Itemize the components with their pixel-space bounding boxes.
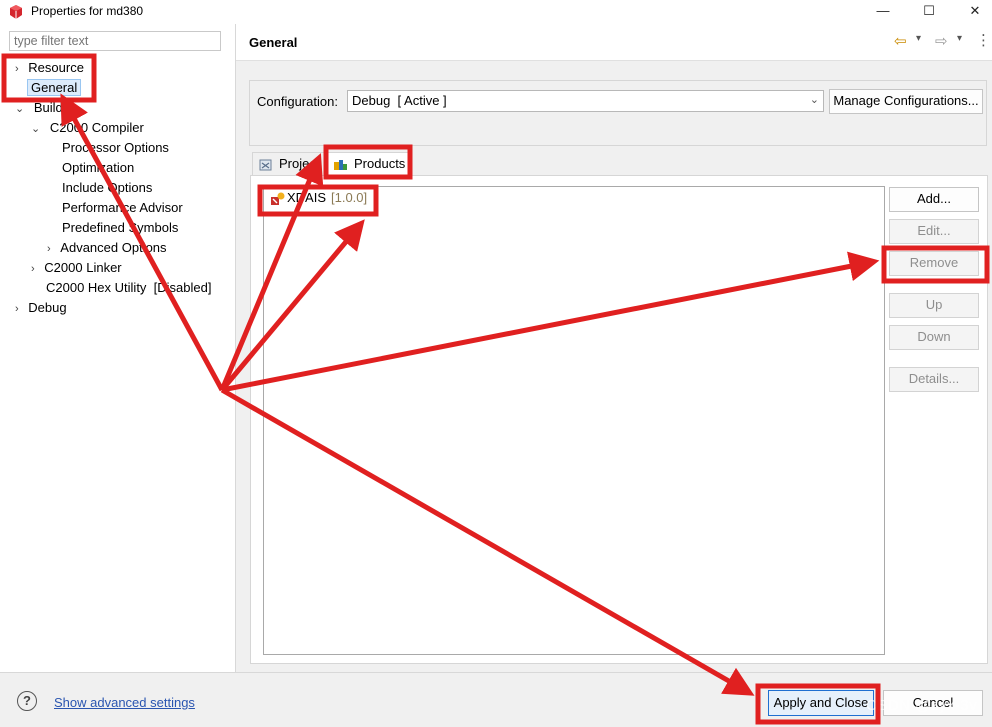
maximize-button[interactable]: ☐ <box>906 0 952 24</box>
tree-item-c2000-linker[interactable]: › C2000 Linker <box>31 258 122 278</box>
chevron-down-icon: ⌄ <box>31 123 41 135</box>
chevron-down-icon: ⌄ <box>15 103 25 115</box>
down-button[interactable]: Down <box>889 325 979 350</box>
back-arrow-icon[interactable]: ⇦ <box>894 32 907 50</box>
page-title: General <box>249 35 298 50</box>
manage-configurations-button[interactable]: Manage Configurations... <box>829 89 983 114</box>
tree-item-advanced-options[interactable]: › Advanced Options <box>47 238 167 258</box>
forward-dropdown-icon[interactable]: ▾ <box>957 33 962 44</box>
window-title: Properties for md380 <box>31 4 144 18</box>
add-button[interactable]: Add... <box>889 187 979 212</box>
chevron-right-icon: › <box>15 63 19 75</box>
tree-item-optimization[interactable]: Optimization <box>62 158 134 178</box>
help-icon[interactable]: ? <box>17 691 37 711</box>
title-bar: Properties for md380 — ☐ ✕ <box>0 0 992 24</box>
products-icon <box>334 160 347 170</box>
tab-products[interactable]: Products <box>326 152 410 176</box>
chevron-right-icon: › <box>47 243 51 255</box>
filter-input[interactable] <box>9 31 221 51</box>
product-version: [1.0.0] <box>331 190 368 205</box>
tree-item-c2000-compiler[interactable]: ⌄ C2000 Compiler <box>31 118 144 138</box>
minimize-button[interactable]: — <box>860 0 906 24</box>
configuration-select[interactable]: Debug [ Active ] ⌄ <box>347 90 824 112</box>
back-dropdown-icon[interactable]: ▾ <box>916 33 921 44</box>
configuration-value: Debug [ Active ] <box>352 93 447 108</box>
tree-item-include-options[interactable]: Include Options <box>62 178 152 198</box>
chevron-right-icon: › <box>31 263 35 275</box>
project-properties-icon <box>259 159 272 171</box>
product-name: XDAIS <box>287 190 327 205</box>
app-cube-icon <box>10 5 22 19</box>
view-menu-icon[interactable]: ⋮ <box>976 31 991 49</box>
edit-button[interactable]: Edit... <box>889 219 979 244</box>
tab-project[interactable]: Project <box>252 152 328 176</box>
tree-item-c2000-hex-utility[interactable]: C2000 Hex Utility [Disabled] <box>46 278 211 298</box>
tree-item-general-label: General <box>27 79 82 96</box>
tree-item-predefined-symbols[interactable]: Predefined Symbols <box>62 218 178 238</box>
tree-item-build[interactable]: ⌄ Build <box>15 98 63 118</box>
show-advanced-settings-link[interactable]: Show advanced settings <box>54 695 195 710</box>
close-button[interactable]: ✕ <box>952 0 992 24</box>
configuration-label: Configuration: <box>257 94 338 109</box>
chevron-down-icon: ⌄ <box>809 94 819 106</box>
products-list[interactable] <box>263 186 885 655</box>
tree-item-general[interactable]: General <box>27 78 82 98</box>
product-package-icon <box>271 192 285 205</box>
tree-item-debug[interactable]: › Debug <box>15 298 67 318</box>
forward-arrow-icon[interactable]: ⇨ <box>935 32 948 50</box>
tree-item-processor-options[interactable]: Processor Options <box>62 138 169 158</box>
tree-item-resource[interactable]: › Resource <box>15 58 84 78</box>
details-button[interactable]: Details... <box>889 367 979 392</box>
tree-item-performance-advisor[interactable]: Performance Advisor <box>62 198 183 218</box>
remove-button[interactable]: Remove <box>889 251 979 276</box>
chevron-right-icon: › <box>15 303 19 315</box>
apply-and-close-button[interactable]: Apply and Close <box>768 690 874 716</box>
up-button[interactable]: Up <box>889 293 979 318</box>
watermark: CSDN @zyx-3v <box>866 697 978 714</box>
page-header: General ⇦ ▾ ⇨ ▾ ⋮ <box>236 24 992 61</box>
